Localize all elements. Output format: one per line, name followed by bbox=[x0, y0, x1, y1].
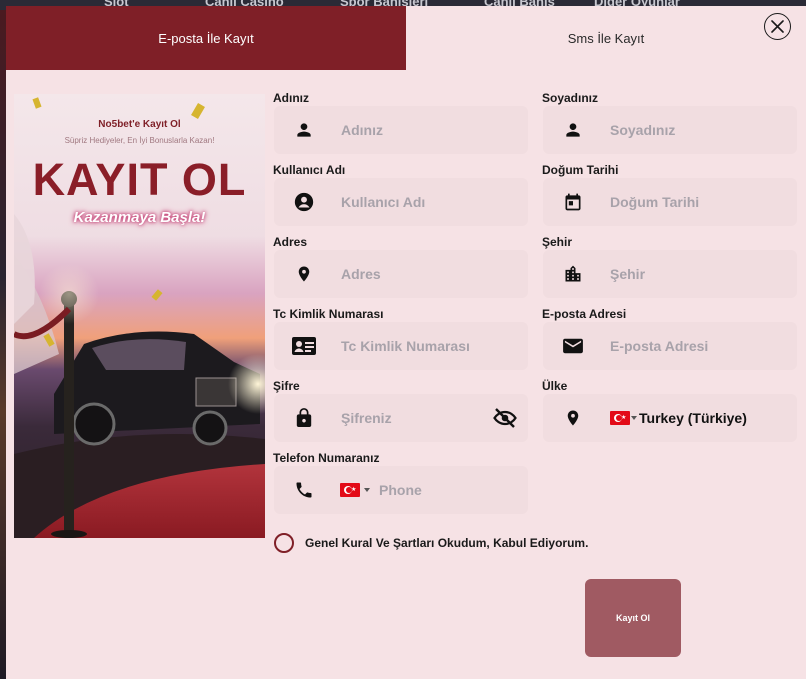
phone-input[interactable] bbox=[379, 466, 509, 514]
tc-id-field bbox=[274, 322, 528, 370]
location-pin-icon bbox=[274, 250, 334, 298]
promo-brand-line: No5bet'e Kayıt Ol bbox=[98, 119, 181, 130]
address-label: Adres bbox=[273, 235, 308, 249]
country-value: Turkey (Türkiye) bbox=[639, 410, 747, 426]
terms-text: Genel Kural Ve Şartları Okudum, Kabul Ed… bbox=[305, 536, 589, 550]
chevron-down-icon bbox=[364, 488, 370, 492]
password-field bbox=[274, 394, 528, 442]
first-name-input[interactable] bbox=[341, 106, 511, 154]
address-input[interactable] bbox=[341, 250, 511, 298]
turkey-flag-icon: ★ bbox=[340, 483, 360, 497]
phone-icon bbox=[274, 466, 334, 514]
account-circle-icon bbox=[274, 178, 334, 226]
register-button[interactable]: Kayıt Ol bbox=[585, 579, 681, 657]
calendar-icon bbox=[543, 178, 603, 226]
promo-headline: KAYIT OL bbox=[32, 154, 247, 205]
promo-banner: No5bet'e Kayıt Ol Süpriz Hediyeler, En İ… bbox=[14, 94, 265, 538]
register-modal: E-posta İle Kayıt Sms İle Kayıt No5bet'e… bbox=[6, 6, 806, 679]
tc-id-input[interactable] bbox=[341, 322, 511, 370]
city-icon bbox=[543, 250, 603, 298]
mail-icon bbox=[543, 322, 603, 370]
email-input[interactable] bbox=[610, 322, 780, 370]
terms-radio[interactable] bbox=[274, 533, 294, 553]
id-card-icon bbox=[274, 322, 334, 370]
email-label: E-posta Adresi bbox=[542, 307, 627, 321]
first-name-label: Adınız bbox=[273, 91, 309, 105]
promo-sub-line: Süpriz Hediyeler, En İyi Bonuslarla Kaza… bbox=[64, 136, 215, 145]
password-label: Şifre bbox=[273, 379, 300, 393]
city-label: Şehir bbox=[542, 235, 573, 249]
password-input[interactable] bbox=[341, 394, 481, 442]
birth-date-field bbox=[543, 178, 797, 226]
username-input[interactable] bbox=[341, 178, 511, 226]
country-field: ★ Turkey (Türkiye) bbox=[543, 394, 797, 442]
tab-sms-register[interactable]: Sms İle Kayıt bbox=[406, 6, 806, 70]
city-field bbox=[543, 250, 797, 298]
person-icon bbox=[274, 106, 334, 154]
birth-date-label: Doğum Tarihi bbox=[542, 163, 619, 177]
first-name-field bbox=[274, 106, 528, 154]
tc-id-label: Tc Kimlik Numarası bbox=[273, 307, 384, 321]
close-button[interactable] bbox=[764, 13, 791, 40]
address-field bbox=[274, 250, 528, 298]
country-label: Ülke bbox=[542, 379, 568, 393]
chevron-down-icon bbox=[631, 416, 637, 420]
visibility-off-icon[interactable] bbox=[492, 406, 518, 430]
lock-icon bbox=[274, 394, 334, 442]
turkey-flag-icon: ★ bbox=[610, 411, 630, 425]
email-field bbox=[543, 322, 797, 370]
person-icon bbox=[543, 106, 603, 154]
terms-row: Genel Kural Ve Şartları Okudum, Kabul Ed… bbox=[274, 532, 588, 554]
phone-label: Telefon Numaranız bbox=[273, 451, 380, 465]
city-input[interactable] bbox=[610, 250, 780, 298]
last-name-input[interactable] bbox=[610, 106, 780, 154]
phone-country-select[interactable]: ★ bbox=[340, 466, 370, 514]
close-icon bbox=[771, 20, 784, 33]
register-tabs: E-posta İle Kayıt Sms İle Kayıt bbox=[6, 6, 806, 70]
phone-field: ★ bbox=[274, 466, 528, 514]
promo-tagline: Kazanmaya Başla! bbox=[73, 209, 206, 226]
location-pin-icon bbox=[543, 394, 603, 442]
username-field bbox=[274, 178, 528, 226]
country-select[interactable]: ★ Turkey (Türkiye) bbox=[610, 394, 747, 442]
username-label: Kullanıcı Adı bbox=[273, 163, 346, 177]
last-name-field bbox=[543, 106, 797, 154]
tab-email-register[interactable]: E-posta İle Kayıt bbox=[6, 6, 406, 70]
last-name-label: Soyadınız bbox=[542, 91, 599, 105]
birth-date-input[interactable] bbox=[610, 178, 780, 226]
